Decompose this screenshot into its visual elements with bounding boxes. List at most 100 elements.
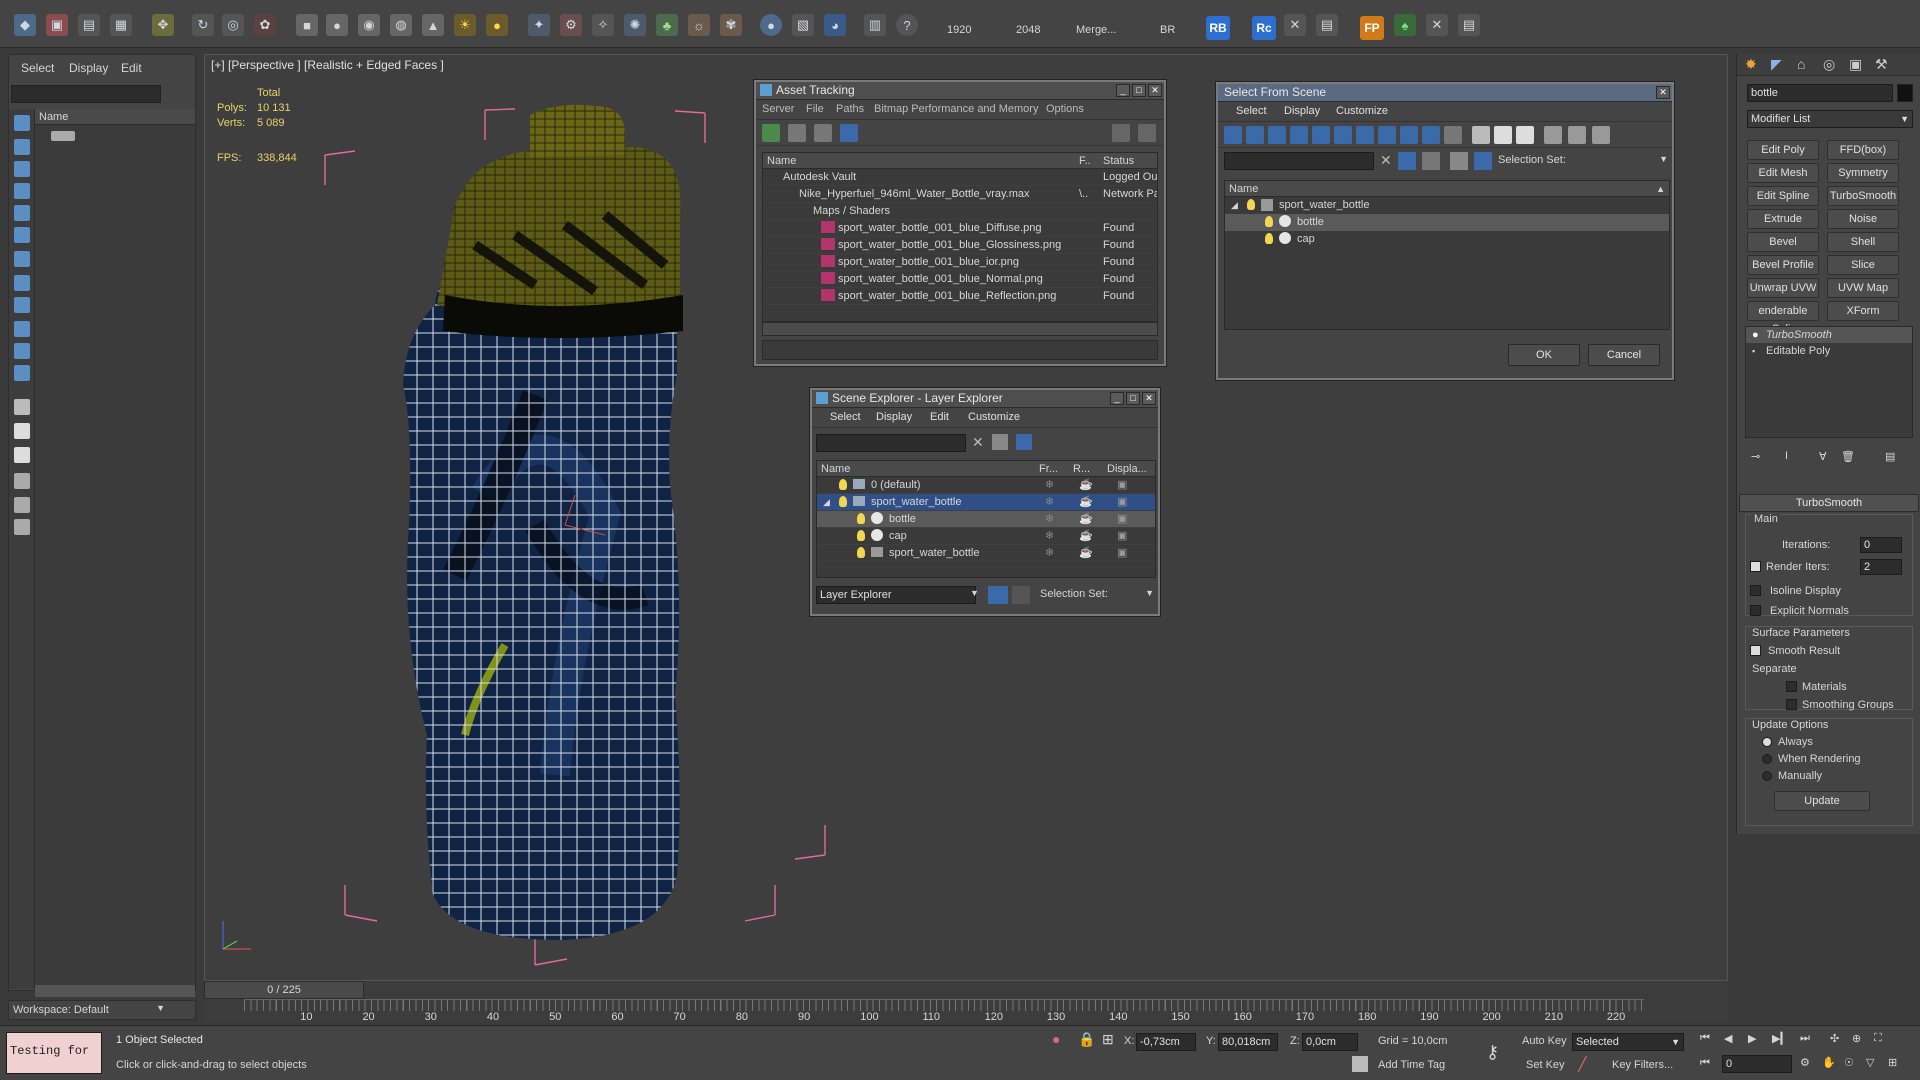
select-place-icon[interactable]: ✿ [254, 14, 276, 36]
display-mode-icon[interactable]: ▣ [1117, 528, 1127, 545]
sfs-tree-item-group[interactable]: ◢ sport_water_bottle [1225, 197, 1669, 214]
asset-row[interactable]: sport_water_bottle_001_blue_ior.png Found [763, 254, 1157, 271]
left-menu-display[interactable]: Display [69, 61, 108, 75]
select-from-scene-title-bar[interactable]: Select From Scene ✕ [1218, 84, 1672, 102]
always-radio[interactable] [1762, 737, 1772, 747]
sfs-lights-icon[interactable] [1268, 126, 1286, 144]
maxscript-listener[interactable]: Testing for [6, 1032, 102, 1074]
rb-badge-button[interactable]: RB [1206, 16, 1230, 40]
refresh-icon[interactable] [762, 124, 780, 142]
menu-options[interactable]: Options [1046, 103, 1084, 115]
rectangle-select-icon[interactable]: ▤ [78, 14, 100, 36]
sfs-options-icon[interactable] [1592, 126, 1610, 144]
pan-icon[interactable]: ✋ [1822, 1056, 1836, 1069]
cancel-button[interactable]: Cancel [1588, 344, 1660, 366]
key-icon[interactable]: ⚷ [1486, 1042, 1499, 1063]
le-menu-customize[interactable]: Customize [968, 411, 1020, 423]
filter-settings-icon[interactable] [14, 497, 30, 513]
object-color-swatch[interactable] [1897, 84, 1913, 102]
collapse-icon[interactable]: ◢ [1231, 197, 1238, 214]
modifier-button[interactable]: Unwrap UVW [1747, 278, 1819, 298]
scatter-icon[interactable]: ✕ [1426, 14, 1448, 36]
modifier-button[interactable]: FFD(box) [1827, 140, 1899, 160]
fur-icon[interactable]: ✾ [720, 14, 742, 36]
bulb-icon[interactable] [839, 494, 847, 511]
torus-primitive-icon[interactable]: ◍ [390, 14, 412, 36]
frame-buffer-icon[interactable]: ▥ [864, 14, 886, 36]
sphere-primitive-icon[interactable]: ● [326, 14, 348, 36]
filter-shapes-icon[interactable] [14, 139, 30, 155]
display-tab-icon[interactable]: ▣ [1849, 56, 1862, 73]
layer-row[interactable]: 0 (default) ❄ ☕ ▣ [817, 477, 1155, 494]
modifier-button[interactable]: Bevel [1747, 232, 1819, 252]
table-view-icon[interactable] [840, 124, 858, 142]
maximize-icon[interactable]: □ [1132, 84, 1146, 97]
clear-icon[interactable]: ✕ [972, 434, 984, 451]
particle-icon[interactable]: ✦ [528, 14, 550, 36]
list-view-icon[interactable] [788, 124, 806, 142]
sfs-menu-select[interactable]: Select [1236, 105, 1267, 117]
go-to-end-icon[interactable]: ⏭ [1800, 1032, 1810, 1045]
menu-server[interactable]: Server [762, 103, 794, 115]
renderable-icon[interactable]: ☕ [1079, 511, 1093, 528]
sfs-sort-icon[interactable] [1568, 126, 1586, 144]
field-of-view-icon[interactable]: ▽ [1866, 1056, 1874, 1069]
close-icon[interactable]: ✕ [1148, 84, 1162, 97]
asset-path-field[interactable] [762, 340, 1158, 360]
le-menu-select[interactable]: Select [830, 411, 861, 423]
stack-item-turbosmooth[interactable]: ● TurboSmooth [1746, 327, 1912, 343]
modifier-button[interactable]: XForm [1827, 301, 1899, 321]
hdri-icon[interactable]: ☼ [688, 14, 710, 36]
sfs-search-input[interactable] [1224, 152, 1374, 170]
asset-row[interactable]: sport_water_bottle_001_blue_Glossiness.p… [763, 237, 1157, 254]
display-invert-icon[interactable] [14, 447, 30, 463]
play-icon[interactable]: ▶ [1748, 1032, 1756, 1045]
list-icon[interactable]: ▤ [1458, 14, 1480, 36]
motion-tab-icon[interactable]: ◎ [1823, 56, 1835, 73]
window-crossing-icon[interactable]: ▦ [110, 14, 132, 36]
filter-lights-icon[interactable] [14, 161, 30, 177]
material-sphere-icon[interactable]: ● [760, 14, 782, 36]
select-rotate-icon[interactable]: ↻ [192, 14, 214, 36]
col-f[interactable]: F.. [1079, 153, 1091, 169]
sfs-tree-item-cap[interactable]: cap [1225, 231, 1669, 248]
filter-geometry-icon[interactable] [14, 115, 30, 131]
set-key-button[interactable]: Set Key [1526, 1059, 1565, 1071]
key-mode-icon[interactable]: ╱ [1578, 1056, 1586, 1073]
display-mode-icon[interactable]: ▣ [1117, 494, 1127, 511]
add-time-tag-button[interactable]: Add Time Tag [1378, 1059, 1445, 1071]
key-filters-button[interactable]: Key Filters... [1612, 1059, 1673, 1071]
modifier-button[interactable]: Shell [1827, 232, 1899, 252]
sfs-xrefs-icon[interactable] [1378, 126, 1396, 144]
minimize-icon[interactable]: _ [1110, 392, 1124, 405]
resolution-width[interactable]: 1920 [947, 24, 971, 36]
filter-clear-icon[interactable] [14, 519, 30, 535]
asset-row[interactable]: sport_water_bottle_001_blue_Normal.png Fo… [763, 271, 1157, 288]
orbit-icon[interactable]: ✣ [1830, 1032, 1839, 1045]
filter-xrefs-icon[interactable] [14, 275, 30, 291]
sfs-tree-item-bottle[interactable]: bottle [1225, 214, 1669, 231]
auto-key-button[interactable]: Auto Key [1522, 1035, 1567, 1047]
zoom-extents-icon[interactable]: ⊞ [1888, 1056, 1897, 1069]
layer-row[interactable]: bottle ❄ ☕ ▣ [817, 511, 1155, 528]
menu-file[interactable]: File [806, 103, 824, 115]
filter-hidden-icon[interactable] [14, 365, 30, 381]
display-mode-icon[interactable]: ▣ [1117, 511, 1127, 528]
sfs-bones-icon[interactable] [1400, 126, 1418, 144]
left-search-input[interactable] [11, 85, 161, 103]
lightbulb-icon[interactable]: ● [1752, 327, 1759, 343]
go-to-start-icon[interactable]: ⏮ [1700, 1032, 1710, 1045]
close-icon[interactable]: ✕ [1142, 392, 1156, 405]
left-menu-select[interactable]: Select [21, 61, 54, 75]
bulb-icon[interactable] [1265, 214, 1273, 231]
filter-containers-icon[interactable] [14, 321, 30, 337]
layer-row[interactable]: cap ❄ ☕ ▣ [817, 528, 1155, 545]
stack-item-editable-poly[interactable]: ▪ Editable Poly [1746, 343, 1912, 359]
le-add-to-layer-icon[interactable] [1016, 434, 1032, 450]
renderable-icon[interactable]: ☕ [1079, 528, 1093, 545]
current-frame-field[interactable]: 0 [1722, 1055, 1792, 1073]
le-new-layer-icon[interactable] [992, 434, 1008, 450]
freeze-icon[interactable]: ❄ [1045, 545, 1054, 562]
render-setup-icon[interactable]: ▧ [792, 14, 814, 36]
col-status[interactable]: Status [1103, 153, 1134, 169]
